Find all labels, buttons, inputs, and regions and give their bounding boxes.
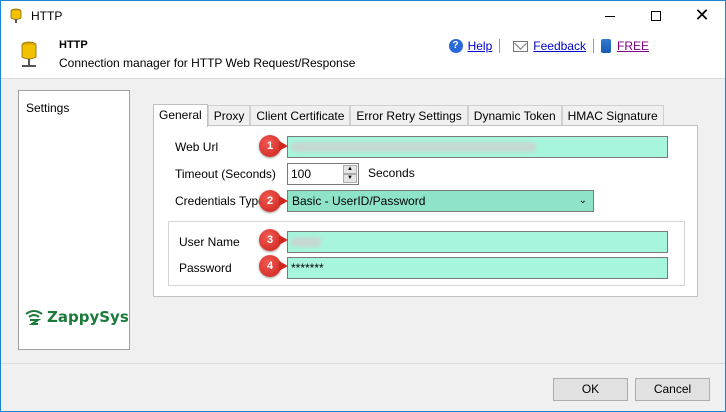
timeout-label: Timeout (Seconds) xyxy=(175,167,276,181)
password-value: ******* xyxy=(291,261,324,275)
tab-error-retry-settings[interactable]: Error Retry Settings xyxy=(350,105,468,126)
zappysys-logo: ZappySys xyxy=(25,308,129,326)
password-label: Password xyxy=(179,261,232,275)
callout-badge: 1 xyxy=(259,135,288,157)
free-icon xyxy=(600,39,611,53)
mail-icon xyxy=(513,40,529,52)
callout-badge: 2 xyxy=(259,190,288,212)
web-url-label: Web Url xyxy=(175,140,219,154)
tab-hmac-signature[interactable]: HMAC Signature xyxy=(561,105,664,126)
web-url-input[interactable] xyxy=(287,136,668,158)
close-icon: ✕ xyxy=(694,5,710,26)
credentials-type-value: Basic - UserID/Password xyxy=(292,194,426,208)
stepper-down-icon[interactable]: ▼ xyxy=(343,174,357,183)
timeout-value: 100 xyxy=(291,167,312,181)
general-tab-panel: Web Url Timeout (Seconds) 100 ▲ ▼ Second… xyxy=(153,125,698,297)
tab-general[interactable]: General xyxy=(153,104,208,127)
callout-badge: 3 xyxy=(259,229,288,251)
database-icon xyxy=(10,8,22,23)
logo-text: ZappySys xyxy=(47,308,129,326)
minimize-button[interactable] xyxy=(587,1,633,31)
divider xyxy=(499,39,501,53)
maximize-icon xyxy=(651,11,661,21)
tab-dynamic-token[interactable]: Dynamic Token xyxy=(467,105,562,126)
maximize-button[interactable] xyxy=(633,1,679,31)
sidebar-item-settings[interactable]: Settings xyxy=(26,101,69,115)
header-links: ? Help Feedback FREE xyxy=(448,39,649,53)
redacted-username xyxy=(291,237,321,247)
feedback-link[interactable]: Feedback xyxy=(533,39,586,53)
password-input[interactable]: ******* xyxy=(287,257,668,279)
stepper-up-icon[interactable]: ▲ xyxy=(343,165,357,174)
callout-badge: 4 xyxy=(259,255,288,277)
divider xyxy=(592,39,594,53)
credentials-type-label: Credentials Type xyxy=(175,194,265,208)
dialog-header: HTTP Connection manager for HTTP Web Req… xyxy=(1,31,725,79)
title-bar: HTTP ✕ xyxy=(1,1,725,31)
timeout-unit: Seconds xyxy=(368,166,415,180)
wifi-logo-icon xyxy=(25,310,43,325)
http-connection-window: HTTP ✕ HTTP Connection manager for HTTP … xyxy=(0,0,726,412)
minimize-icon xyxy=(605,15,615,17)
help-icon: ? xyxy=(448,39,463,53)
redacted-url xyxy=(291,142,536,152)
tab-strip: General Proxy Client Certificate Error R… xyxy=(153,104,664,127)
window-title: HTTP xyxy=(31,9,63,23)
free-link[interactable]: FREE xyxy=(617,39,649,53)
credentials-group: User Name Password ******* xyxy=(168,221,685,286)
username-input[interactable] xyxy=(287,231,668,253)
tab-client-certificate[interactable]: Client Certificate xyxy=(250,105,351,126)
timeout-stepper[interactable]: 100 ▲ ▼ xyxy=(287,163,359,185)
help-link[interactable]: Help xyxy=(468,39,493,53)
dialog-footer: OK Cancel xyxy=(1,363,725,411)
credentials-type-select[interactable]: Basic - UserID/Password ⌄ xyxy=(287,190,594,212)
cancel-button[interactable]: Cancel xyxy=(635,378,710,401)
username-label: User Name xyxy=(179,235,240,249)
header-title: HTTP xyxy=(59,39,88,51)
header-subtitle: Connection manager for HTTP Web Request/… xyxy=(59,56,356,70)
close-button[interactable]: ✕ xyxy=(679,1,725,31)
ok-button[interactable]: OK xyxy=(553,378,628,401)
settings-nav-pane: Settings ZappySys xyxy=(18,90,130,350)
tab-proxy[interactable]: Proxy xyxy=(207,105,251,126)
database-connection-icon xyxy=(21,41,37,67)
chevron-down-icon: ⌄ xyxy=(578,195,587,206)
